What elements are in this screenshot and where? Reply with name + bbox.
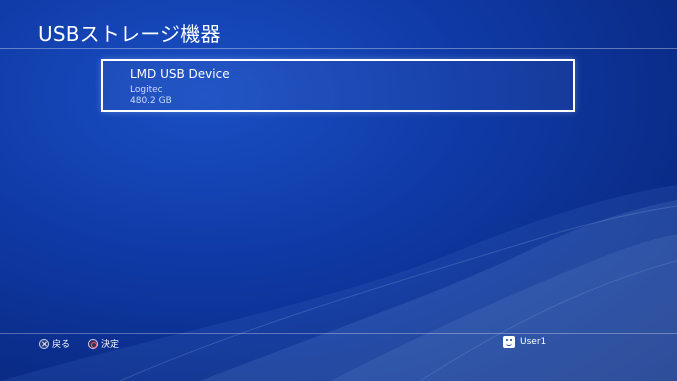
usb-device-item[interactable]: LMD USB Device Logitec 480.2 GB [101, 59, 575, 112]
back-hint[interactable]: 戻る [39, 337, 70, 350]
confirm-hint[interactable]: 決定 [88, 337, 119, 350]
cross-button-icon [39, 338, 49, 349]
user-name: User1 [520, 337, 547, 347]
user-avatar-icon [503, 336, 515, 348]
page-title: USBストレージ機器 [38, 22, 221, 46]
background-waves [0, 185, 677, 381]
user-indicator: User1 [503, 336, 546, 348]
device-name: LMD USB Device [130, 67, 230, 81]
title-divider [0, 48, 677, 49]
device-capacity: 480.2 GB [130, 96, 172, 106]
footer-divider [0, 333, 677, 334]
footer-bar: 戻る 決定 User1 [0, 336, 677, 351]
back-label: 戻る [52, 340, 71, 350]
usb-storage-screen: USBストレージ機器 LMD USB Device Logitec 480.2 … [0, 0, 677, 381]
device-vendor: Logitec [130, 85, 163, 95]
confirm-label: 決定 [101, 340, 120, 350]
circle-button-icon [88, 338, 98, 349]
